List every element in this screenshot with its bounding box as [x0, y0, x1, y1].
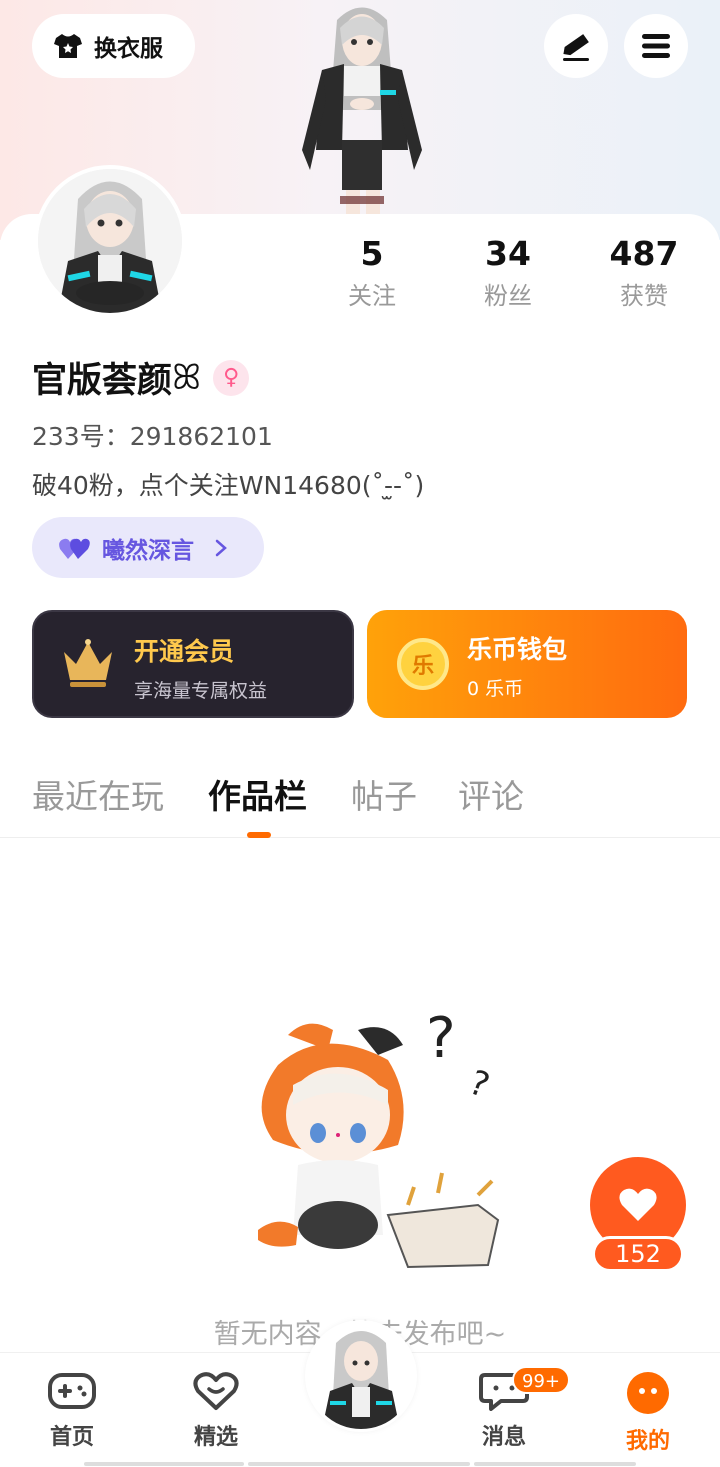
nav-me-label: 我的 — [625, 1429, 670, 1454]
svg-text:?: ? — [426, 1006, 456, 1071]
avatar-character-figure — [302, 7, 422, 214]
menu-button[interactable] — [624, 14, 688, 78]
username-text: 官版荟颜 — [32, 361, 173, 401]
change-outfit-label: 换衣服 — [94, 36, 163, 62]
relationship-tag-label: 曦然深言 — [102, 537, 194, 564]
message-count-badge: 99+ — [512, 1366, 570, 1394]
nav-featured-label: 精选 — [193, 1425, 238, 1450]
stat-likes-label: 获赞 — [620, 282, 668, 310]
empty-state-illustration: ? ? — [258, 1006, 500, 1269]
stat-following[interactable]: 5 关注 — [312, 232, 432, 316]
system-nav-bar-right — [474, 1462, 636, 1466]
tab-recently-played[interactable]: 最近在玩 — [32, 770, 164, 818]
change-outfit-button[interactable]: 换衣服 — [32, 14, 195, 78]
user-bio: 破40粉，点个关注WN14680(˚-̫-˚) — [32, 471, 425, 500]
coin-icon: 乐 — [397, 638, 449, 690]
nav-featured[interactable]: 精选 — [166, 1371, 266, 1451]
avatar-thumbnail — [308, 1323, 414, 1429]
like-count: 152 — [592, 1236, 684, 1272]
tab-works[interactable]: 作品栏 — [208, 770, 307, 818]
stat-likes-value: 487 — [609, 234, 679, 273]
avatar-image — [38, 169, 182, 313]
wallet-card[interactable]: 乐 乐币钱包 0 乐币 — [367, 610, 687, 718]
tab-comments[interactable]: 评论 — [458, 770, 524, 818]
vip-card-subtitle: 享海量专属权益 — [134, 680, 268, 702]
stat-following-label: 关注 — [348, 282, 396, 310]
nav-home-label: 首页 — [49, 1425, 94, 1450]
stat-followers-value: 34 — [485, 234, 531, 273]
menu-icon — [642, 34, 670, 58]
crown-icon — [64, 639, 112, 687]
user-id[interactable]: 233号：291862101 — [32, 417, 273, 453]
nav-me[interactable]: 我的 — [598, 1371, 698, 1455]
gamepad-icon — [48, 1373, 96, 1409]
double-heart-icon — [59, 538, 90, 559]
svg-text:?: ? — [464, 1063, 495, 1107]
tab-posts[interactable]: 帖子 — [351, 770, 417, 818]
system-nav-bar-left — [84, 1462, 244, 1466]
heart-icon — [619, 1188, 657, 1221]
profile-face-icon — [627, 1372, 669, 1414]
stat-following-value: 5 — [360, 234, 384, 273]
username: 官版荟颜 ꕤ ♀ — [32, 352, 250, 403]
relationship-tag-button[interactable]: 曦然深言 — [32, 517, 264, 578]
stat-followers-label: 粉丝 — [484, 282, 532, 310]
edit-profile-button[interactable] — [544, 14, 608, 78]
vip-card-title: 开通会员 — [134, 637, 235, 666]
vip-membership-card[interactable]: 开通会员 享海量专属权益 — [32, 610, 354, 718]
stat-likes[interactable]: 487 获赞 — [584, 232, 704, 316]
nav-avatar-button[interactable] — [305, 1320, 417, 1432]
system-nav-bar-center — [248, 1462, 470, 1466]
username-decoration: ꕤ — [172, 357, 202, 398]
avatar[interactable] — [34, 165, 186, 317]
wallet-card-balance: 0 乐币 — [467, 678, 524, 700]
female-gender-icon: ♀ — [213, 359, 250, 396]
nav-home[interactable]: 首页 — [22, 1371, 122, 1451]
chevron-right-icon — [215, 539, 227, 556]
edit-icon — [563, 34, 589, 61]
tshirt-icon — [54, 34, 82, 58]
active-tab-indicator — [247, 832, 271, 838]
heart-outline-icon — [193, 1372, 239, 1410]
wallet-card-title: 乐币钱包 — [467, 635, 568, 664]
stat-followers[interactable]: 34 粉丝 — [448, 232, 568, 316]
nav-messages-label: 消息 — [481, 1425, 526, 1450]
content-tabs: 最近在玩 作品栏 帖子 评论 — [0, 770, 720, 838]
